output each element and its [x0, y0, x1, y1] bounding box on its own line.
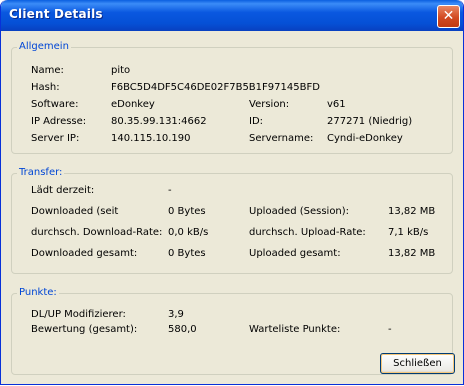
- avg-upload-label: durchsch. Upload-Rate:: [249, 227, 366, 238]
- id-value: 277271 (Niedrig): [327, 116, 413, 127]
- id-label: ID:: [249, 116, 264, 127]
- software-value: eDonkey: [111, 99, 155, 110]
- laedt-value: -: [168, 185, 172, 196]
- downloaded-total-label: Downloaded gesamt:: [31, 248, 138, 259]
- hash-value: F6BC5D4DF5C46DE02F7B5B1F97145BFD: [111, 82, 320, 93]
- servername-label: Servername:: [249, 133, 314, 144]
- uploaded-session-label: Uploaded (Session):: [249, 206, 350, 217]
- version-label: Version:: [249, 99, 290, 110]
- uploaded-total-value: 13,82 MB: [388, 248, 436, 259]
- rating-label: Bewertung (gesamt):: [31, 324, 138, 335]
- downloaded-total-value: 0 Bytes: [168, 248, 206, 259]
- title-bar[interactable]: Client Details ✕: [1, 0, 463, 31]
- rating-value: 580,0: [168, 324, 197, 335]
- server-ip-label: Server IP:: [31, 133, 80, 144]
- group-transfer-heading: Transfer:: [17, 167, 65, 178]
- servername-value: Cyndi-eDonkey: [327, 133, 403, 144]
- client-details-window: Client Details ✕ Allgemein Name: pito Ha…: [0, 0, 464, 385]
- avg-download-label: durchsch. Download-Rate:: [31, 227, 163, 238]
- dialog-body: Allgemein Name: pito Hash: F6BC5D4DF5C46…: [4, 31, 460, 382]
- version-value: v61: [327, 99, 346, 110]
- downloaded-label: Downloaded (seit: [31, 206, 119, 217]
- group-allgemein: Allgemein Name: pito Hash: F6BC5D4DF5C46…: [11, 41, 453, 154]
- modifier-value: 3,9: [168, 309, 184, 320]
- ip-label: IP Adresse:: [31, 116, 87, 127]
- queue-value: -: [388, 324, 392, 335]
- name-value: pito: [111, 65, 131, 76]
- downloaded-value: 0 Bytes: [168, 206, 206, 217]
- queue-label: Warteliste Punkte:: [249, 324, 341, 335]
- group-allgemein-heading: Allgemein: [17, 41, 71, 52]
- uploaded-total-label: Uploaded gesamt:: [249, 248, 341, 259]
- ip-value: 80.35.99.131:4662: [111, 116, 207, 127]
- avg-upload-value: 7,1 kB/s: [388, 227, 429, 238]
- uploaded-session-value: 13,82 MB: [388, 206, 436, 217]
- avg-download-value: 0,0 kB/s: [168, 227, 209, 238]
- modifier-label: DL/UP Modifizierer:: [31, 309, 126, 320]
- close-button[interactable]: Schließen: [380, 353, 455, 374]
- window-title: Client Details: [9, 7, 103, 21]
- server-ip-value: 140.115.10.190: [111, 133, 191, 144]
- close-icon[interactable]: ✕: [437, 5, 460, 28]
- name-label: Name:: [31, 65, 64, 76]
- group-transfer: Transfer: Lädt derzeit: - Downloaded (se…: [11, 167, 453, 274]
- laedt-label: Lädt derzeit:: [31, 185, 95, 196]
- hash-label: Hash:: [31, 82, 60, 93]
- group-punkte-heading: Punkte:: [17, 287, 59, 298]
- software-label: Software:: [31, 99, 79, 110]
